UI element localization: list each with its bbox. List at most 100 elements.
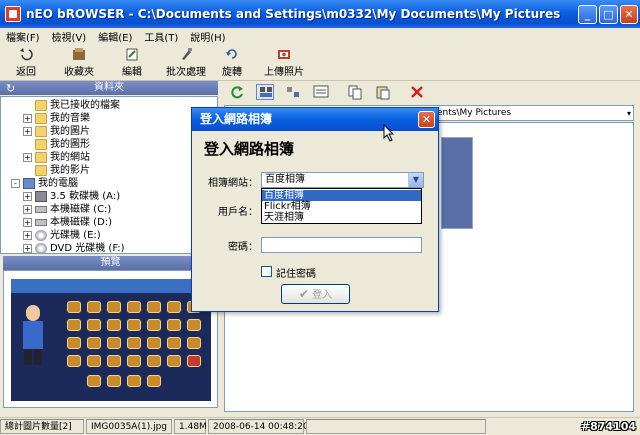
dialog-close-button[interactable]: ✕ xyxy=(418,111,435,128)
batch-button[interactable]: 批次處理 xyxy=(166,47,206,78)
site-dropdown-list[interactable]: 百度相簿 Flickr相簿 天涯相簿 xyxy=(261,188,422,224)
menu-file[interactable]: 檔案(F) xyxy=(0,29,46,44)
tree-item-graphics[interactable]: 我的圖形 xyxy=(35,138,90,151)
tree-item-drive-e[interactable]: + 光碟機 (E:) xyxy=(23,229,101,242)
remember-password-checkbox[interactable] xyxy=(261,266,272,277)
tree-item-my-computer[interactable]: - 我的電腦 xyxy=(11,177,78,190)
tree-item-drive-d[interactable]: + 本機磁碟 (D:) xyxy=(23,216,112,229)
computer-icon xyxy=(23,178,35,189)
tree-item-label: 3.5 軟碟機 (A:) xyxy=(50,191,121,202)
minimize-button[interactable]: _ xyxy=(578,5,597,24)
site-option-tianya[interactable]: 天涯相簿 xyxy=(262,212,421,223)
tree-item-label: DVD 光碟機 (F:) xyxy=(50,243,125,254)
site-option-baidu[interactable]: 百度相簿 xyxy=(262,190,421,201)
chevron-down-icon[interactable]: ▼ xyxy=(408,173,423,187)
close-button[interactable]: ✕ xyxy=(620,5,638,24)
thumbnail-item[interactable] xyxy=(441,137,473,229)
preview-image xyxy=(11,279,211,401)
dvd-drive-icon xyxy=(35,243,47,253)
hard-drive-icon xyxy=(35,206,47,213)
site-option-flickr[interactable]: Flickr相簿 xyxy=(262,201,421,212)
paste-icon[interactable] xyxy=(374,84,392,100)
status-size: 1.48M xyxy=(174,419,207,434)
tree-expander[interactable]: + xyxy=(23,114,32,123)
edit-label: 編輯 xyxy=(122,67,142,78)
maximize-button[interactable]: □ xyxy=(599,5,618,24)
menu-tools[interactable]: 工具(T) xyxy=(138,29,184,44)
tree-item-drive-f[interactable]: + DVD 光碟機 (F:) xyxy=(23,242,125,254)
menu-edit[interactable]: 編輯(E) xyxy=(92,29,138,44)
status-date: 2008-06-14 00:48:20 xyxy=(208,419,309,434)
details-view-icon[interactable] xyxy=(312,84,330,100)
dialog-title-bar[interactable]: 登入網路相簿 xyxy=(192,108,438,131)
site-select-value: 百度相簿 xyxy=(265,174,305,185)
edit-button[interactable]: 編輯 xyxy=(122,47,142,78)
preview-panel-header: 預覽 xyxy=(3,256,218,270)
tree-item-drive-c[interactable]: + 本機磁碟 (C:) xyxy=(23,203,111,216)
favorites-button[interactable]: 收藏夾 xyxy=(64,47,94,78)
upload-label: 上傳照片 xyxy=(264,67,304,78)
tree-item-label: 本機磁碟 (C:) xyxy=(50,204,112,215)
thumbnail-view-icon xyxy=(259,86,273,98)
menu-view[interactable]: 檢視(V) xyxy=(46,29,93,44)
tree-item-pictures[interactable]: + 我的圖片 xyxy=(23,125,90,138)
floppy-drive-icon xyxy=(35,191,47,202)
folder-icon xyxy=(35,139,47,150)
app-icon xyxy=(5,6,21,22)
delete-icon[interactable] xyxy=(408,84,426,100)
tree-expander[interactable]: + xyxy=(23,192,32,201)
tree-item-floppy[interactable]: + 3.5 軟碟機 (A:) xyxy=(23,190,120,203)
folder-icon xyxy=(35,100,47,111)
tree-item-label: 光碟機 (E:) xyxy=(50,230,101,241)
tree-expander[interactable]: + xyxy=(23,127,32,136)
dialog-heading: 登入網路相簿 xyxy=(204,140,295,158)
folder-tree[interactable]: 我已接收的檔案 + 我的音樂 + 我的圖片 我的圖形 + 我的網站 我的影片 -… xyxy=(0,96,218,254)
tree-item-label: 我的圖片 xyxy=(50,126,90,137)
tree-item-videos[interactable]: 我的影片 xyxy=(35,164,90,177)
tree-expander[interactable]: + xyxy=(23,205,32,214)
tree-expander[interactable]: + xyxy=(23,244,32,253)
tree-expander[interactable]: + xyxy=(23,231,32,240)
address-dropdown-icon[interactable]: ▾ xyxy=(627,107,631,121)
upload-photo-icon xyxy=(278,50,290,59)
back-button[interactable]: 返回 xyxy=(16,47,36,78)
tree-item-received[interactable]: 我已接收的檔案 xyxy=(35,99,120,112)
folder-panel-header: 資料夾 xyxy=(0,81,218,95)
window-title: nEO bROWSER - C:\Documents and Settings\… xyxy=(26,7,561,21)
tree-item-label: 我的電腦 xyxy=(38,178,78,189)
folder-panel-title: 資料夾 xyxy=(94,82,124,93)
tree-item-label: 我已接收的檔案 xyxy=(50,100,120,111)
menu-bar: 檔案(F) 檢視(V) 編輯(E) 工具(T) 說明(H) xyxy=(0,28,640,45)
rotate-label: 旋轉 xyxy=(222,67,242,78)
view-toolbar xyxy=(224,81,640,103)
pictures-folder-icon xyxy=(35,126,47,137)
site-select[interactable]: 百度相簿 ▼ xyxy=(261,172,424,188)
upload-button[interactable]: 上傳照片 xyxy=(264,47,304,78)
tree-expander[interactable]: + xyxy=(23,218,32,227)
tree-expander[interactable]: + xyxy=(23,153,32,162)
tree-item-websites[interactable]: + 我的網站 xyxy=(23,151,90,164)
rotate-button[interactable]: 旋轉 xyxy=(222,47,242,78)
music-folder-icon xyxy=(35,113,47,124)
batch-label: 批次處理 xyxy=(166,67,206,78)
copy-icon[interactable] xyxy=(346,84,364,100)
tree-item-music[interactable]: + 我的音樂 xyxy=(23,112,90,125)
tree-item-label: 我的影片 xyxy=(50,165,90,176)
remember-password-label: 記住密碼 xyxy=(276,269,316,280)
menu-help[interactable]: 說明(H) xyxy=(184,29,231,44)
status-count: 總計圖片數量[2] xyxy=(0,419,84,434)
favorites-icon xyxy=(73,48,85,60)
preview-image-banner xyxy=(11,279,211,293)
login-button[interactable]: ✔ 登入 xyxy=(281,284,350,304)
back-label: 返回 xyxy=(16,67,36,78)
status-filename: IMG0035A(1).jpg xyxy=(86,419,172,434)
title-bar[interactable]: nEO bROWSER - C:\Documents and Settings\… xyxy=(0,0,640,28)
refresh-view-icon[interactable] xyxy=(228,84,246,100)
refresh-icon[interactable]: ↻ xyxy=(6,82,15,95)
tree-item-label: 我的圖形 xyxy=(50,139,90,150)
tree-expander[interactable]: - xyxy=(11,179,20,188)
username-label: 用戶名： xyxy=(218,207,258,218)
password-field[interactable] xyxy=(261,237,422,253)
websites-folder-icon xyxy=(35,152,47,163)
sort-icon[interactable] xyxy=(284,84,302,100)
